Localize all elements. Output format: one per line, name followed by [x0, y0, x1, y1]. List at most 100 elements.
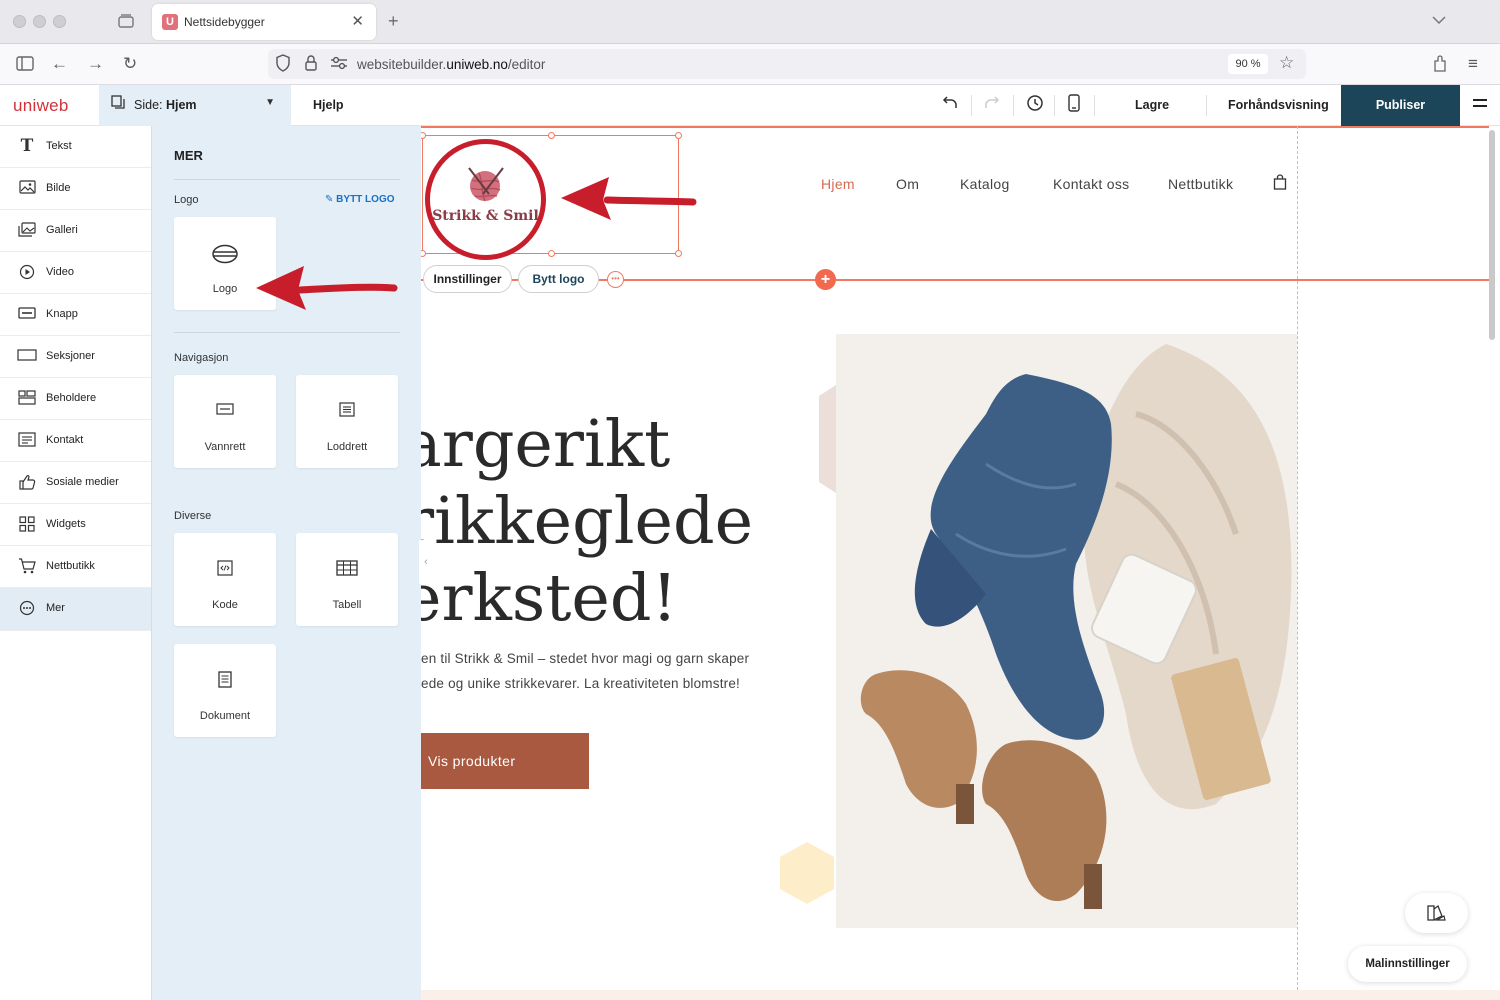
lock-icon [304, 54, 318, 77]
sidebar-item-containers[interactable]: Beholdere [0, 378, 151, 420]
address-bar[interactable]: websitebuilder.uniweb.no/editor 90 % ☆ [268, 49, 1306, 79]
url-text[interactable]: websitebuilder.uniweb.no/editor [357, 57, 545, 72]
nav-link-catalog[interactable]: Katalog [960, 176, 1010, 192]
sidebar-item-contact[interactable]: Kontakt [0, 420, 151, 462]
nav-link-shop[interactable]: Nettbutikk [1168, 176, 1233, 192]
table-card[interactable]: Tabell [296, 533, 398, 626]
tab-overview-icon[interactable] [117, 13, 135, 32]
site-logo[interactable]: Strikk & Smil [425, 139, 546, 260]
vertical-nav-label: Loddrett [326, 441, 368, 453]
sidebar-item-video[interactable]: Video [0, 252, 151, 294]
document-card[interactable]: Dokument [174, 644, 276, 737]
header-selection-top [421, 126, 1489, 128]
sidebar-item-text[interactable]: T Tekst [0, 126, 151, 168]
brand-logo[interactable]: uniweb [13, 96, 69, 116]
new-tab-icon[interactable]: + [388, 11, 399, 32]
swap-logo-link[interactable]: ✎ BYTT LOGO [325, 194, 395, 205]
more-options-icon[interactable]: ••• [607, 271, 624, 288]
hamburger-menu-icon[interactable] [1473, 99, 1487, 111]
resize-handle[interactable] [675, 132, 682, 139]
document-card-label: Dokument [199, 710, 251, 722]
swap-logo-button[interactable]: Bytt logo [518, 265, 599, 293]
vertical-nav-card[interactable]: Loddrett [296, 375, 398, 468]
sidebar-item-shop[interactable]: Nettbutikk [0, 546, 151, 588]
view-products-button[interactable]: Vis produkter [421, 733, 589, 789]
editor-canvas[interactable]: Strikk & Smil Innstillinger Bytt logo ••… [421, 126, 1500, 1000]
page-selector[interactable]: Side: Hjem ▼ [99, 85, 291, 126]
reload-icon[interactable]: ↻ [123, 54, 137, 74]
annotation-arrow [561, 177, 697, 220]
panel-title: MER [174, 148, 203, 163]
logo-settings-button[interactable]: Innstillinger [423, 265, 512, 293]
sidebar-item-more[interactable]: Mer [0, 588, 151, 631]
sidebar-item-sections[interactable]: Seksjoner [0, 336, 151, 378]
nav-link-contact[interactable]: Kontakt oss [1053, 176, 1129, 192]
navigation-section-label: Navigasjon [174, 352, 229, 364]
image-icon [17, 180, 37, 197]
undo-icon[interactable] [942, 94, 958, 115]
canvas-scrollbar[interactable] [1489, 130, 1495, 340]
widgets-icon [17, 516, 37, 535]
resize-handle[interactable] [421, 132, 426, 139]
favicon-icon: U [162, 14, 178, 30]
sidebar-item-social[interactable]: Sosiale medier [0, 462, 151, 504]
site-settings-icon[interactable] [330, 55, 348, 76]
help-link[interactable]: Hjelp [313, 98, 344, 112]
redo-icon[interactable] [984, 94, 1000, 115]
shopping-bag-icon[interactable] [1273, 174, 1287, 193]
sidebar-item-gallery[interactable]: Galleri [0, 210, 151, 252]
browser-tab[interactable]: U Nettsidebygger ✕ [152, 4, 376, 40]
document-icon [174, 671, 276, 693]
preview-button[interactable]: Forhåndsvisning [1228, 98, 1329, 112]
collapse-panel-chevron-icon[interactable]: ‹ [419, 540, 433, 584]
code-icon [174, 560, 276, 581]
sidebar-item-label: Seksjoner [46, 350, 95, 362]
resize-handle[interactable] [548, 250, 555, 257]
toolbar-divider [1013, 95, 1014, 116]
misc-section-label: Diverse [174, 510, 212, 522]
close-tab-icon[interactable]: ✕ [351, 12, 364, 30]
resize-handle[interactable] [421, 250, 426, 257]
sidebar-item-button[interactable]: Knapp [0, 294, 151, 336]
style-settings-button[interactable] [1405, 893, 1468, 933]
app-menu-icon[interactable]: ≡ [1468, 54, 1478, 74]
panel-divider [174, 179, 400, 180]
sidebar-item-label: Tekst [46, 140, 72, 152]
browser-tab-bar: U Nettsidebygger ✕ + [0, 0, 1500, 44]
nav-link-home[interactable]: Hjem [821, 176, 855, 192]
hero-photo[interactable] [836, 334, 1297, 928]
tab-list-chevron-icon[interactable] [1432, 12, 1446, 28]
sidebar-item-image[interactable]: Bilde [0, 168, 151, 210]
extensions-icon[interactable] [1432, 55, 1448, 78]
sidebar-item-label: Beholdere [46, 392, 97, 404]
window-close-button[interactable] [13, 15, 26, 28]
template-settings-button[interactable]: Malinnstillinger [1348, 946, 1467, 982]
sidebar-item-widgets[interactable]: Widgets [0, 504, 151, 546]
horizontal-nav-label: Vannrett [204, 441, 246, 453]
resize-handle[interactable] [675, 250, 682, 257]
shield-icon [275, 54, 291, 77]
add-section-button[interactable]: + [815, 269, 836, 290]
back-icon[interactable]: ← [51, 54, 68, 74]
save-button[interactable]: Lagre [1135, 98, 1169, 112]
decorative-hexagon [780, 842, 834, 904]
logo-section-label: Logo [174, 194, 199, 206]
bookmark-star-icon[interactable]: ☆ [1279, 53, 1294, 73]
nav-link-about[interactable]: Om [896, 176, 919, 192]
editor-toolbar: uniweb Side: Hjem ▼ Hjelp Lagre Forhånds… [0, 85, 1500, 126]
zoom-level[interactable]: 90 % [1228, 54, 1268, 74]
hero-headline-line: erksted! [421, 561, 678, 636]
publish-button[interactable]: Publiser [1341, 85, 1460, 126]
code-card[interactable]: Kode [174, 533, 276, 626]
window-minimize-button[interactable] [33, 15, 46, 28]
window-zoom-button[interactable] [53, 15, 66, 28]
next-section-edge [421, 990, 1500, 1000]
horizontal-nav-card[interactable]: Vannrett [174, 375, 276, 468]
history-icon[interactable] [1026, 94, 1044, 117]
resize-handle[interactable] [548, 132, 555, 139]
table-card-label: Tabell [332, 599, 362, 611]
page-selector-label: Side: Hjem [134, 98, 197, 112]
forward-icon[interactable]: → [87, 54, 104, 74]
sidebar-toggle-icon[interactable] [16, 56, 34, 76]
mobile-preview-icon[interactable] [1068, 94, 1080, 117]
